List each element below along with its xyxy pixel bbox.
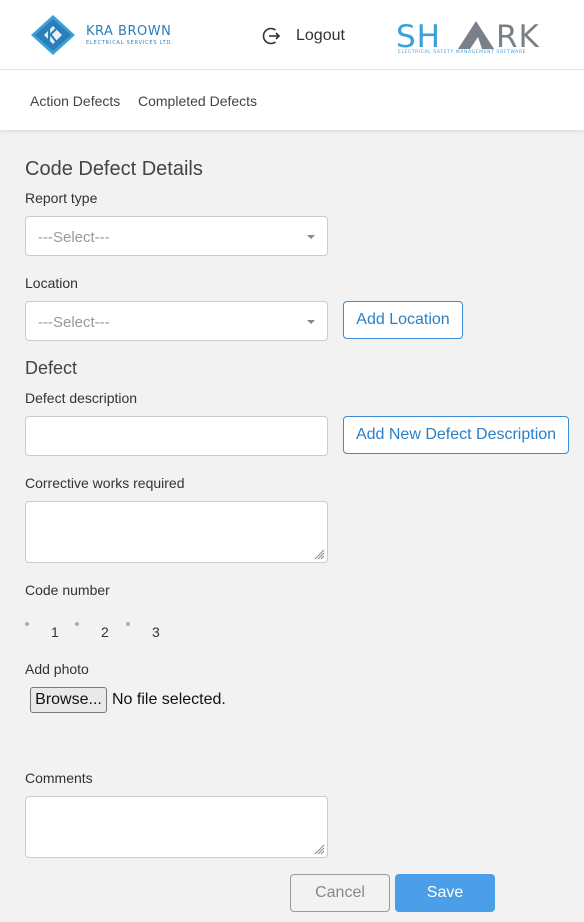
- nav-completed-defects[interactable]: Completed Defects: [138, 93, 257, 109]
- resize-grip-icon[interactable]: [313, 548, 325, 560]
- defect-heading: Defect: [25, 358, 78, 378]
- location-value: ---Select---: [38, 314, 110, 331]
- nav-action-defects[interactable]: Action Defects: [30, 93, 120, 109]
- logout-label: Logout: [296, 27, 345, 44]
- add-new-defect-description-button[interactable]: Add New Defect Description: [343, 416, 569, 454]
- save-button[interactable]: Save: [395, 874, 495, 912]
- location-label: Location: [25, 275, 78, 291]
- report-type-select[interactable]: ---Select---: [25, 216, 328, 256]
- code-number-option-1: 1: [51, 624, 59, 640]
- sub-nav: Action Defects Completed Defects: [0, 70, 584, 130]
- page-title: Code Defect Details: [25, 158, 203, 180]
- logout-icon: [262, 27, 281, 45]
- report-type-label: Report type: [25, 190, 98, 206]
- svg-text:SH: SH: [396, 19, 441, 52]
- add-location-button[interactable]: Add Location: [343, 301, 463, 339]
- add-photo-label: Add photo: [25, 661, 89, 677]
- kra-brown-name: KRA BROWN: [86, 24, 172, 39]
- shark-logo: SH RK ELECTRICAL SAFETY MANAGEMENT SOFTW…: [396, 18, 556, 58]
- kra-brown-tagline: ELECTRICAL SERVICES LTD.: [86, 40, 174, 46]
- top-header: KRA BROWN ELECTRICAL SERVICES LTD. Logou…: [0, 0, 584, 70]
- cancel-button[interactable]: Cancel: [290, 874, 390, 912]
- chevron-down-icon: [307, 235, 315, 239]
- shark-tagline: ELECTRICAL SAFETY MANAGEMENT SOFTWARE: [398, 50, 527, 55]
- code-number-radio-1[interactable]: [25, 622, 29, 626]
- file-status: No file selected.: [112, 691, 226, 708]
- corrective-works-textarea[interactable]: [25, 501, 328, 563]
- comments-textarea[interactable]: [25, 796, 328, 858]
- report-type-value: ---Select---: [38, 229, 110, 246]
- kra-brown-logo[interactable]: KRA BROWN ELECTRICAL SERVICES LTD.: [30, 14, 180, 56]
- shark-wordmark: SH RK: [396, 19, 540, 55]
- browse-button[interactable]: Browse...: [30, 687, 107, 713]
- svg-text:RK: RK: [496, 19, 540, 52]
- resize-grip-icon[interactable]: [313, 843, 325, 855]
- logout-button[interactable]: Logout: [260, 24, 345, 48]
- code-number-radio-2[interactable]: [75, 622, 79, 626]
- defect-description-input[interactable]: [25, 416, 328, 456]
- location-select[interactable]: ---Select---: [25, 301, 328, 341]
- defect-description-label: Defect description: [25, 390, 138, 406]
- code-number-option-3: 3: [152, 624, 160, 640]
- code-number-radio-3[interactable]: [126, 622, 130, 626]
- code-number-option-2: 2: [101, 624, 109, 640]
- chevron-down-icon: [307, 320, 315, 324]
- corrective-works-label: Corrective works required: [25, 475, 185, 491]
- kra-brown-logo-mark-icon: [31, 15, 75, 55]
- code-number-label: Code number: [25, 582, 110, 598]
- comments-label: Comments: [25, 770, 93, 786]
